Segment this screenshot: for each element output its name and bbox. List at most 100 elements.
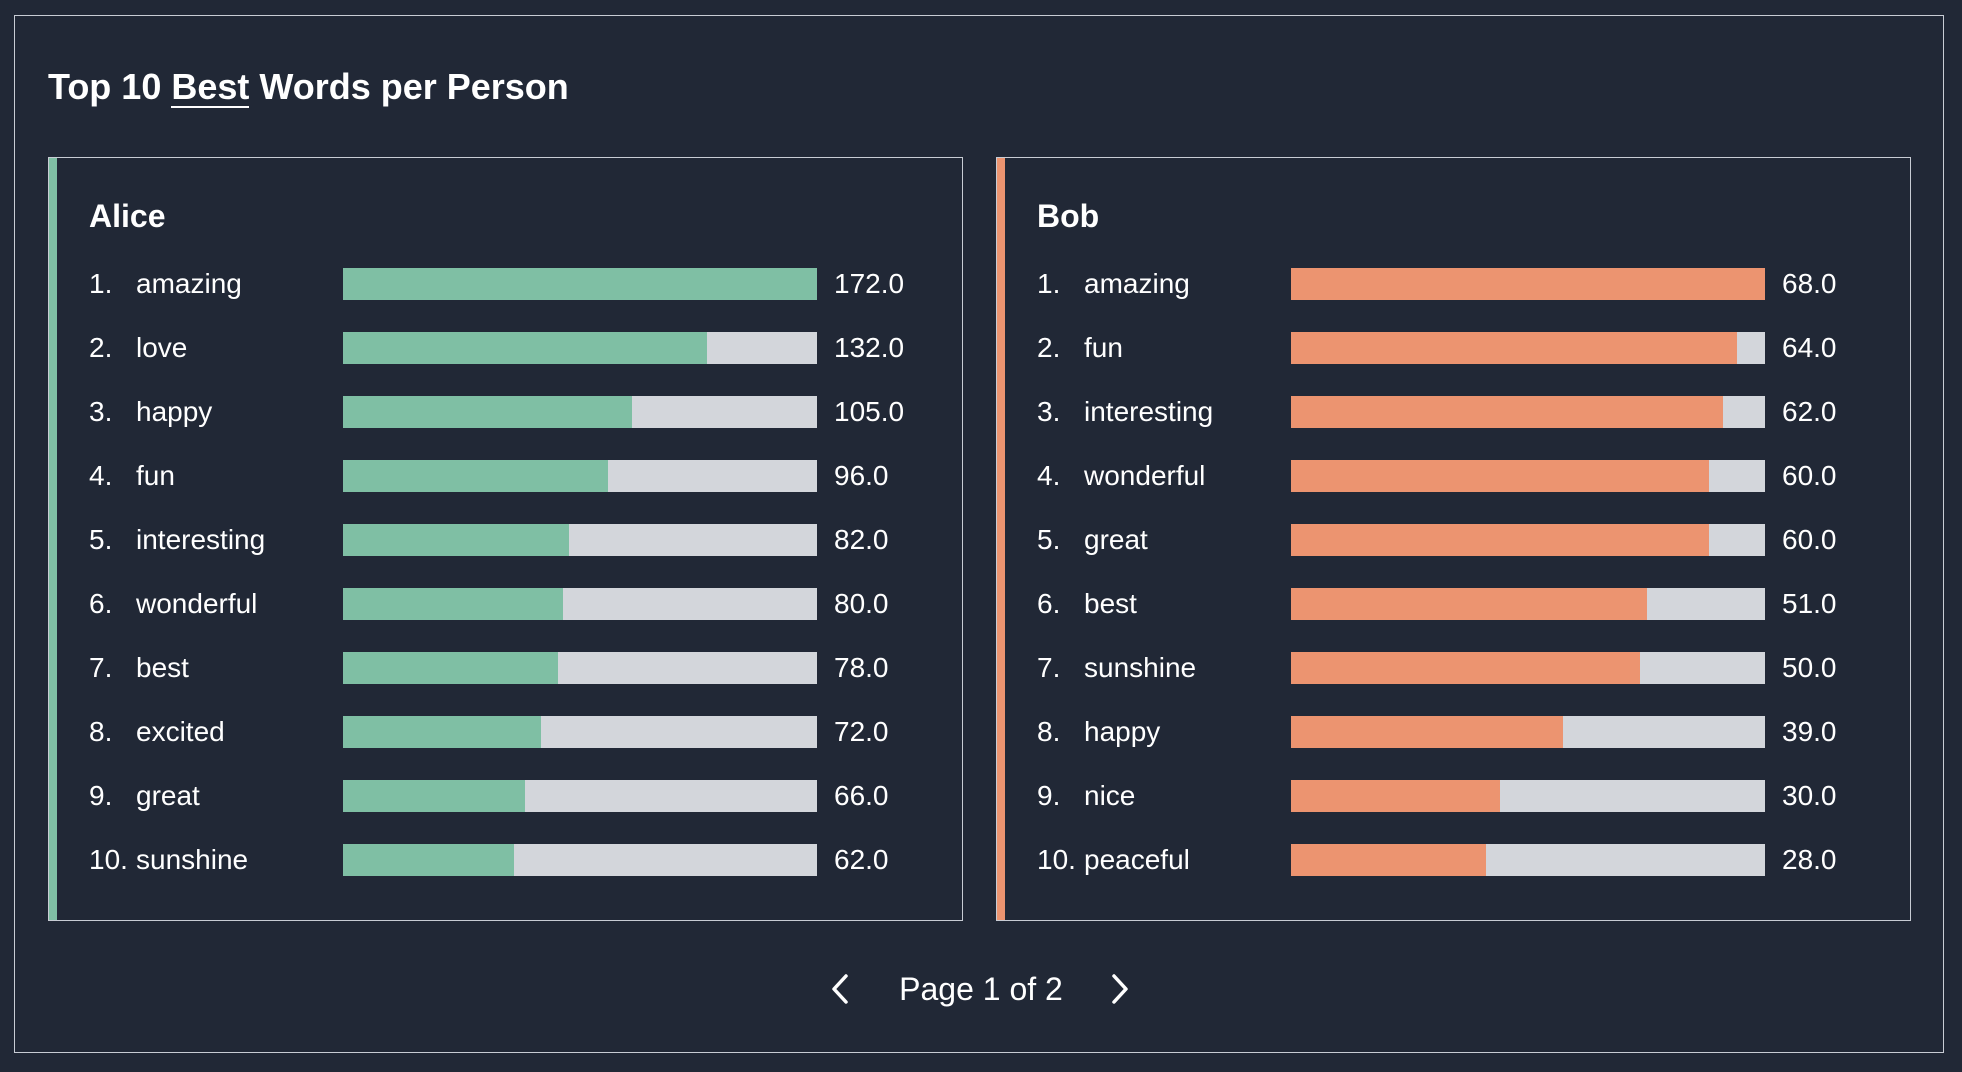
- person-panel-alice: Alice 1. amazing 172.0 2. love 132.0 3. happy 10…: [48, 157, 963, 921]
- rank-label: 3.: [89, 396, 113, 427]
- bar: [1291, 780, 1501, 812]
- rank-label: 3.: [1037, 396, 1061, 427]
- bar-row: 10. sunshine 62.0: [89, 844, 949, 876]
- word-label: peaceful: [1084, 844, 1190, 875]
- value-label: 62.0: [1782, 396, 1837, 427]
- word-label: wonderful: [1084, 460, 1206, 491]
- rank-label: 7.: [1037, 652, 1061, 683]
- bar: [343, 268, 817, 300]
- rank-label: 5.: [1037, 524, 1061, 555]
- rank-label: 8.: [1037, 716, 1061, 747]
- bar-row: 5. great 60.0: [1037, 524, 1897, 556]
- value-label: 60.0: [1782, 460, 1837, 491]
- bar: [1291, 844, 1487, 876]
- bar-row: 9. nice 30.0: [1037, 780, 1897, 812]
- bar-track: [1291, 652, 1765, 684]
- bar: [343, 844, 514, 876]
- rank-label: 8.: [89, 716, 113, 747]
- bar: [1291, 460, 1710, 492]
- value-label: 68.0: [1782, 268, 1837, 299]
- word-label: interesting: [1084, 396, 1214, 427]
- bar-track: [343, 460, 817, 492]
- panel-accent: [49, 158, 57, 920]
- value-label: 72.0: [834, 716, 889, 747]
- value-label: 64.0: [1782, 332, 1837, 363]
- bar-row: 3. interesting 62.0: [1037, 396, 1897, 428]
- word-label: nice: [1084, 780, 1136, 811]
- bar-track: [1291, 332, 1765, 364]
- rank-label: 5.: [89, 524, 113, 555]
- bar: [343, 780, 525, 812]
- bar-track: [343, 332, 817, 364]
- bar-row: 7. best 78.0: [89, 652, 949, 684]
- value-label: 82.0: [834, 524, 889, 555]
- rank-label: 2.: [89, 332, 113, 363]
- next-page-button[interactable]: [1096, 966, 1142, 1012]
- value-label: 105.0: [834, 396, 905, 427]
- value-label: 30.0: [1782, 780, 1837, 811]
- title-suffix: Words per Person: [259, 66, 569, 107]
- title-prefix: Top 10: [48, 66, 162, 107]
- bar: [1291, 652, 1640, 684]
- bar-row: 7. sunshine 50.0: [1037, 652, 1897, 684]
- bar-track: [1291, 844, 1765, 876]
- bar-track: [1291, 588, 1765, 620]
- word-label: excited: [136, 716, 225, 747]
- bar-track: [343, 652, 817, 684]
- chevron-right-icon: [1112, 974, 1128, 1004]
- bar: [1291, 524, 1710, 556]
- value-label: 132.0: [834, 332, 905, 363]
- value-label: 66.0: [834, 780, 889, 811]
- bar-track: [1291, 396, 1765, 428]
- word-label: fun: [136, 460, 175, 491]
- bar-row: 8. excited 72.0: [89, 716, 949, 748]
- value-label: 96.0: [834, 460, 889, 491]
- bar-row: 2. love 132.0: [89, 332, 949, 364]
- bar-row: 1. amazing 172.0: [89, 268, 949, 300]
- bar: [343, 332, 707, 364]
- value-label: 172.0: [834, 268, 905, 299]
- word-label: best: [136, 652, 189, 683]
- bar: [1291, 588, 1647, 620]
- rank-label: 4.: [89, 460, 113, 491]
- bar-track: [1291, 716, 1765, 748]
- word-label: fun: [1084, 332, 1123, 363]
- bar: [343, 460, 608, 492]
- bar-row: 3. happy 105.0: [89, 396, 949, 428]
- bar: [1291, 716, 1563, 748]
- pagination: Page 1 of 2: [0, 966, 1962, 1012]
- bar-track: [1291, 780, 1765, 812]
- rank-label: 4.: [1037, 460, 1061, 491]
- word-label: great: [136, 780, 200, 811]
- value-label: 28.0: [1782, 844, 1837, 875]
- bar: [343, 716, 542, 748]
- panel-accent: [997, 158, 1005, 920]
- bar-row: 6. best 51.0: [1037, 588, 1897, 620]
- word-label: happy: [1084, 716, 1161, 747]
- rank-label: 10.: [1037, 844, 1076, 875]
- bar: [343, 588, 564, 620]
- bar: [343, 524, 569, 556]
- page-indicator: Page 1 of 2: [899, 971, 1063, 1007]
- bar-row: 9. great 66.0: [89, 780, 949, 812]
- person-name: Bob: [1037, 198, 1100, 234]
- bar-track: [343, 588, 817, 620]
- rank-label: 7.: [89, 652, 113, 683]
- bar: [1291, 268, 1765, 300]
- word-label: happy: [136, 396, 213, 427]
- word-label: love: [136, 332, 188, 363]
- metric-selector[interactable]: Best: [171, 68, 250, 108]
- bar-track: [343, 716, 817, 748]
- value-label: 51.0: [1782, 588, 1837, 619]
- word-label: interesting: [136, 524, 266, 555]
- value-label: 62.0: [834, 844, 889, 875]
- bar-row: 1. amazing 68.0: [1037, 268, 1897, 300]
- word-label: sunshine: [136, 844, 249, 875]
- page-title: Top 10 Best Words per Person: [48, 66, 569, 108]
- bar-row: 6. wonderful 80.0: [89, 588, 949, 620]
- person-name: Alice: [89, 198, 166, 234]
- rank-label: 1.: [1037, 268, 1061, 299]
- bar-row: 4. wonderful 60.0: [1037, 460, 1897, 492]
- bar-row: 4. fun 96.0: [89, 460, 949, 492]
- bar-track: [1291, 524, 1765, 556]
